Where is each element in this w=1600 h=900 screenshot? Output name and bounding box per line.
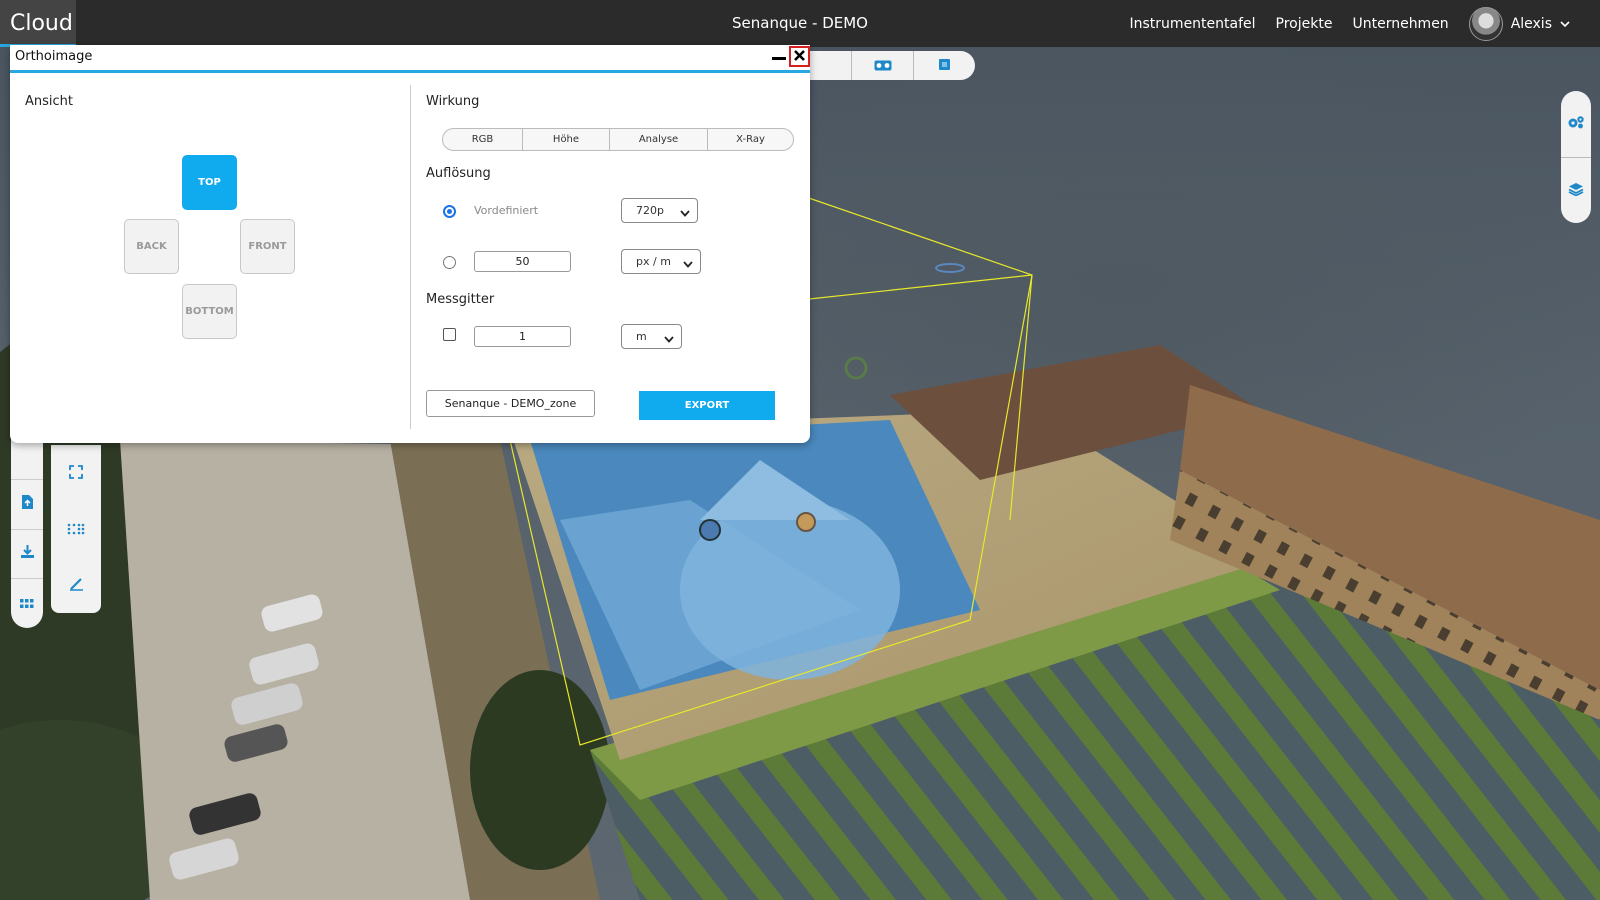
brand-logo[interactable]: Cloud: [0, 0, 76, 47]
dialog-header[interactable]: Orthoimage: [10, 45, 810, 73]
resolution-preset-select[interactable]: 720p: [621, 198, 698, 223]
effect-xray-button[interactable]: X-Ray: [707, 129, 793, 150]
grid-section-label: Messgitter: [426, 292, 495, 307]
effect-section-label: Wirkung: [426, 94, 480, 109]
resolution-predefined-label: Vordefiniert: [474, 204, 539, 217]
vr-headset-icon: [874, 56, 892, 75]
grid-unit-select[interactable]: m: [621, 324, 682, 349]
dialog-divider: [410, 85, 411, 429]
project-title: Senanque - DEMO: [732, 14, 868, 32]
resolution-predefined-radio[interactable]: [443, 205, 456, 218]
effect-analysis-button[interactable]: Analyse: [609, 129, 707, 150]
minimize-button[interactable]: [772, 57, 786, 60]
vr-headset-button[interactable]: [851, 51, 913, 80]
resolution-preset-value: 720p: [636, 204, 664, 217]
layers-button[interactable]: [1561, 156, 1591, 224]
download-icon: [20, 544, 35, 563]
fullscreen-icon: [69, 464, 83, 483]
download-button[interactable]: [11, 528, 43, 579]
grid-unit-value: m: [636, 330, 647, 343]
viewer-left-toolbar-primary: [11, 430, 43, 628]
top-navigation-bar: Cloud Senanque - DEMO Instrumententafel …: [0, 0, 1600, 47]
view-section-label: Ansicht: [25, 94, 74, 109]
layers-icon: [1568, 181, 1584, 200]
chevron-down-icon: [683, 258, 693, 271]
chevron-down-icon: [680, 207, 690, 220]
orthoimage-dialog: Orthoimage Ansicht TOP BACK FRONT BOTTOM…: [10, 45, 810, 443]
grid-spacing-input[interactable]: [474, 326, 571, 347]
user-menu[interactable]: Alexis: [1468, 6, 1570, 41]
viewer-top-toolbar: [790, 51, 975, 80]
avatar: [1468, 6, 1503, 41]
fullscreen-button[interactable]: [51, 445, 101, 501]
upload-file-icon: [21, 494, 34, 514]
cube-view-button[interactable]: [913, 51, 975, 80]
close-button[interactable]: [789, 46, 810, 67]
view-top-button[interactable]: TOP: [182, 155, 237, 210]
viewer-left-toolbar-secondary: [51, 445, 101, 613]
apps-button[interactable]: [11, 578, 43, 628]
view-bottom-button[interactable]: BOTTOM: [182, 284, 237, 339]
settings-gears-icon: [1567, 114, 1585, 133]
export-button[interactable]: EXPORT: [639, 391, 775, 420]
user-name: Alexis: [1510, 15, 1552, 32]
dialog-title: Orthoimage: [15, 49, 93, 64]
nav-dashboard-link[interactable]: Instrumententafel: [1130, 16, 1256, 32]
resolution-unit-select[interactable]: px / m: [621, 249, 701, 274]
resolution-custom-input[interactable]: [474, 251, 571, 272]
resolution-custom-radio[interactable]: [443, 256, 456, 269]
measure-pen-icon: [69, 576, 84, 595]
dotted-grid-icon: [67, 520, 85, 539]
grid-enable-checkbox[interactable]: [443, 328, 456, 341]
upload-file-button[interactable]: [11, 478, 43, 529]
resolution-unit-value: px / m: [636, 255, 671, 268]
view-front-button[interactable]: FRONT: [240, 219, 295, 274]
close-icon: [793, 47, 806, 66]
effect-height-button[interactable]: Höhe: [522, 129, 609, 150]
viewer-right-toolbar: [1561, 91, 1591, 223]
chevron-down-icon: [1560, 17, 1570, 30]
cube-icon: [938, 56, 951, 75]
resolution-section-label: Auflösung: [426, 166, 491, 181]
main-nav: Instrumententafel Projekte Unternehmen A…: [1130, 0, 1570, 47]
effect-segmented-control: RGB Höhe Analyse X-Ray: [442, 128, 794, 151]
export-filename-field[interactable]: Senanque - DEMO_zone: [426, 390, 595, 417]
grid-apps-icon: [20, 594, 34, 613]
settings-button[interactable]: [1561, 91, 1591, 157]
nav-company-link[interactable]: Unternehmen: [1352, 16, 1448, 32]
measure-button[interactable]: [51, 557, 101, 613]
view-back-button[interactable]: BACK: [124, 219, 179, 274]
nav-projects-link[interactable]: Projekte: [1276, 16, 1333, 32]
chevron-down-icon: [664, 333, 674, 346]
point-grid-button[interactable]: [51, 501, 101, 557]
effect-rgb-button[interactable]: RGB: [443, 129, 522, 150]
